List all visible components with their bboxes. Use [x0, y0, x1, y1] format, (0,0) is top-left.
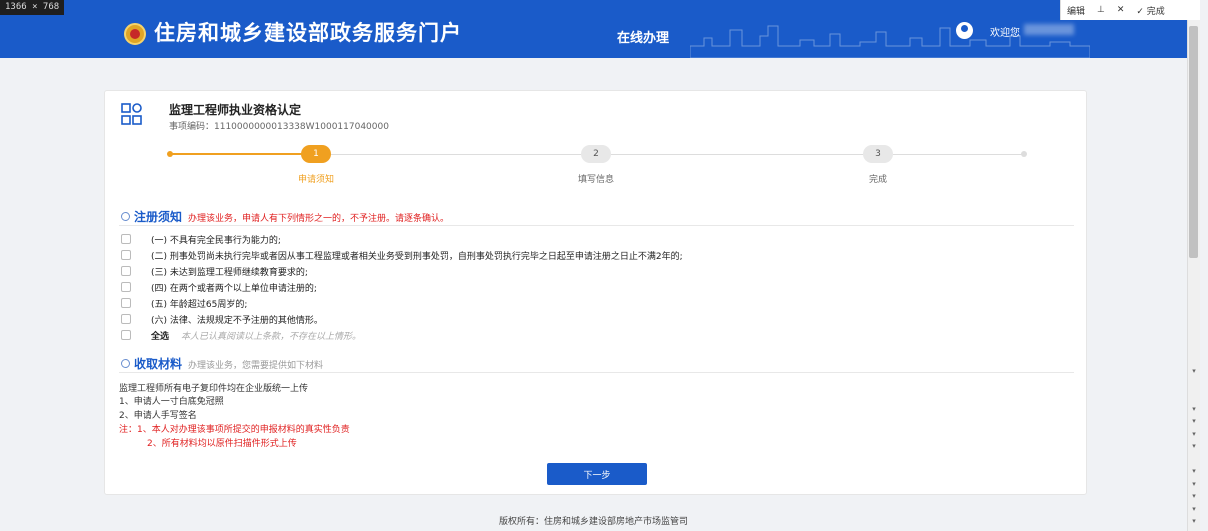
nav-online-handling[interactable]: 在线办理 — [617, 27, 669, 46]
section-divider — [119, 225, 1074, 226]
user-avatar-icon[interactable] — [956, 22, 973, 39]
materials-line: 2、申请人手写签名 — [119, 411, 197, 421]
screenshot-toolbar: 编辑 ⊥ ✕ ✓ 完成 — [1060, 0, 1200, 20]
scroll-arrows[interactable]: ▾ ▾ ▾ ▾ ▾ ▾ ▾ ▾ ▾ ▾ — [1190, 365, 1198, 528]
service-grid-icon — [121, 103, 142, 125]
edit-button[interactable]: 编辑 — [1061, 4, 1091, 17]
condition-row[interactable]: (三) 未达到监理工程师继续教育要求的; — [121, 264, 308, 278]
condition-checkbox[interactable] — [121, 266, 131, 276]
done-button[interactable]: ✓ 完成 — [1130, 4, 1170, 17]
condition-text: (一) 不具有完全民事行为能力的; — [151, 235, 281, 246]
progress-line — [331, 154, 581, 155]
materials-remark: 2、所有材料均以原件扫描件形式上传 — [147, 439, 297, 449]
materials-line: 1、申请人一寸白底免冠照 — [119, 397, 224, 407]
select-all-note: 本人已认真阅读以上条款，不存在以上情形。 — [181, 331, 362, 342]
scrollbar-thumb[interactable] — [1189, 26, 1198, 258]
notice-note: 办理该业务，申请人有下列情形之一的，不予注册。请逐条确认。 — [188, 214, 450, 224]
condition-checkbox[interactable] — [121, 298, 131, 308]
progress-line-done — [170, 153, 316, 155]
materials-line: 监理工程师所有电子复印件均在企业版统一上传 — [119, 384, 309, 394]
portal-title[interactable]: 住房和城乡建设部政务服务门户 — [154, 17, 462, 47]
condition-row[interactable]: (四) 在两个或者两个以上单位申请注册的; — [121, 280, 317, 294]
blurred-username — [1024, 24, 1074, 35]
step-3-label: 完成 — [868, 175, 887, 185]
materials-remark: 注：1、本人对办理该事项所提交的申报材料的真实性负责 — [119, 425, 350, 435]
condition-checkbox[interactable] — [121, 234, 131, 244]
condition-text: (三) 未达到监理工程师继续教育要求的; — [151, 267, 308, 278]
select-all-label: 全选 — [151, 331, 170, 342]
condition-checkbox[interactable] — [121, 282, 131, 292]
condition-text: (二) 刑事处罚尚未执行完毕或者因从事工程监理或者相关业务受到刑事处罚，自刑事处… — [151, 251, 683, 262]
next-step-button[interactable]: 下一步 — [547, 463, 647, 485]
notice-section-header: 注册须知 办理该业务，申请人有下列情形之一的，不予注册。请逐条确认。 — [121, 208, 449, 225]
progress-line — [893, 154, 1024, 155]
service-code: 事项编码：1110000000013338W1000117040000 — [169, 122, 389, 132]
select-all-checkbox[interactable] — [121, 330, 131, 340]
section-divider — [119, 372, 1074, 373]
portal-header: 住房和城乡建设部政务服务门户 在线办理 欢迎您 — [0, 0, 1187, 58]
progress-end-dot — [1021, 151, 1027, 157]
select-all-row[interactable]: 全选 本人已认真阅读以上条款，不存在以上情形。 — [121, 328, 361, 342]
progress-steps: 1 2 3 申请须知 填写信息 完成 — [105, 143, 1088, 188]
condition-text: (四) 在两个或者两个以上单位申请注册的; — [151, 283, 317, 294]
step-1-circle: 1 — [301, 145, 331, 163]
condition-text: (六) 法律、法规规定不予注册的其他情形。 — [151, 315, 323, 326]
condition-row[interactable]: (一) 不具有完全民事行为能力的; — [121, 232, 281, 246]
condition-checkbox[interactable] — [121, 250, 131, 260]
step-3-circle: 3 — [863, 145, 893, 163]
progress-line — [611, 154, 863, 155]
step-1-label: 申请须知 — [297, 175, 334, 185]
condition-row[interactable]: (六) 法律、法规规定不予注册的其他情形。 — [121, 312, 323, 326]
application-card: 监理工程师执业资格认定 事项编码：1110000000013338W100011… — [104, 90, 1087, 495]
step-2-circle: 2 — [581, 145, 611, 163]
condition-row[interactable]: (五) 年龄超过65周岁的; — [121, 296, 247, 310]
section-ring-icon — [121, 212, 130, 221]
condition-checkbox[interactable] — [121, 314, 131, 324]
condition-text: (五) 年龄超过65周岁的; — [151, 299, 248, 310]
close-icon[interactable]: ✕ — [1111, 5, 1131, 15]
materials-title: 收取材料 — [134, 357, 183, 371]
materials-note: 办理该业务，您需要提供如下材料 — [188, 361, 324, 371]
service-title: 监理工程师执业资格认定 — [169, 103, 302, 117]
national-emblem-icon — [124, 23, 146, 45]
welcome-text: 欢迎您 — [990, 28, 1020, 39]
condition-row[interactable]: (二) 刑事处罚尚未执行完毕或者因从事工程监理或者相关业务受到刑事处罚，自刑事处… — [121, 248, 683, 262]
upload-icon[interactable]: ⊥ — [1091, 5, 1111, 15]
materials-section-header: 收取材料 办理该业务，您需要提供如下材料 — [121, 355, 323, 372]
notice-title: 注册须知 — [134, 210, 183, 224]
footer-copyright: 版权所有：住房和城乡建设部房地产市场监管司 — [498, 517, 688, 527]
screen-size-tag: 1366 × 768 — [0, 0, 65, 15]
step-2-label: 填写信息 — [577, 175, 614, 185]
section-ring-icon — [121, 359, 130, 368]
